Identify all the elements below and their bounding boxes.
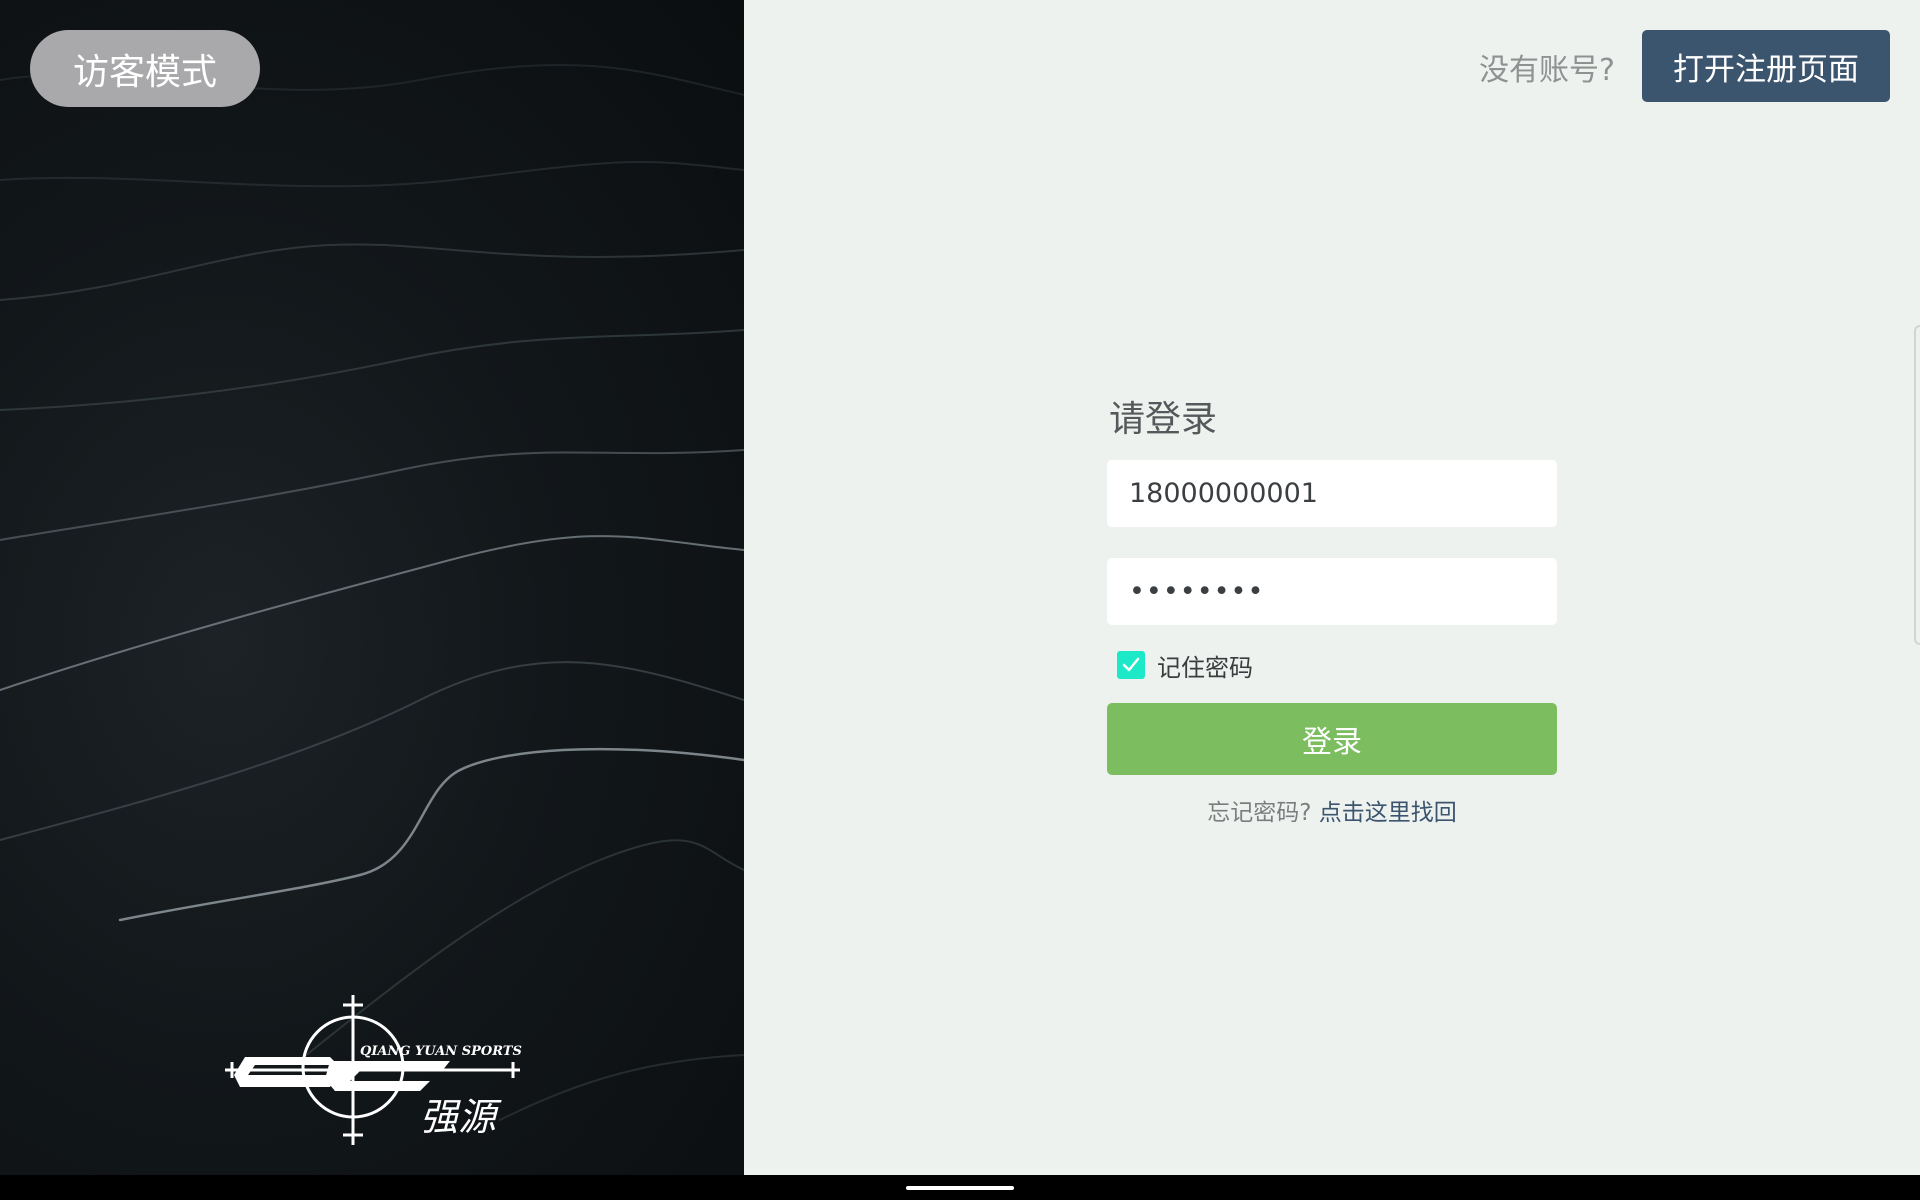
home-indicator[interactable] xyxy=(906,1186,1014,1190)
register-button[interactable]: 打开注册页面 xyxy=(1642,30,1890,102)
remember-password-checkbox[interactable] xyxy=(1117,651,1145,679)
password-input[interactable] xyxy=(1107,558,1557,625)
no-account-text: 没有账号? xyxy=(1479,53,1615,88)
logo-brand-text: QIANG YUAN SPORTS xyxy=(360,1044,522,1059)
forgot-password-row: 忘记密码? 点击这里找回 xyxy=(1107,793,1557,827)
recover-password-link[interactable]: 点击这里找回 xyxy=(1319,800,1457,826)
username-input[interactable] xyxy=(1107,460,1557,527)
remember-password-label: 记住密码 xyxy=(1157,653,1253,682)
forgot-password-text: 忘记密码? xyxy=(1207,800,1312,826)
remember-password-row[interactable]: 记住密码 xyxy=(1117,650,1557,682)
edge-panel-handle[interactable] xyxy=(1914,325,1920,645)
logo-chinese-text: 强源 xyxy=(420,1095,502,1139)
qiang-yuan-logo: QIANG YUAN SPORTS 强源 xyxy=(225,995,522,1145)
background-panel: 访客模式 QIANG YUAN SPORTS 强源 xyxy=(0,0,744,1175)
login-title: 请登录 xyxy=(1109,399,1218,440)
guest-mode-button[interactable]: 访客模式 xyxy=(30,30,260,107)
login-panel: 没有账号? 打开注册页面 请登录 记住密码 登录 忘记密码? 点击这里找回 xyxy=(744,0,1920,1175)
login-button[interactable]: 登录 xyxy=(1107,703,1557,775)
login-form: 请登录 记住密码 登录 忘记密码? 点击这里找回 xyxy=(1107,390,1557,827)
check-icon xyxy=(1122,657,1140,672)
